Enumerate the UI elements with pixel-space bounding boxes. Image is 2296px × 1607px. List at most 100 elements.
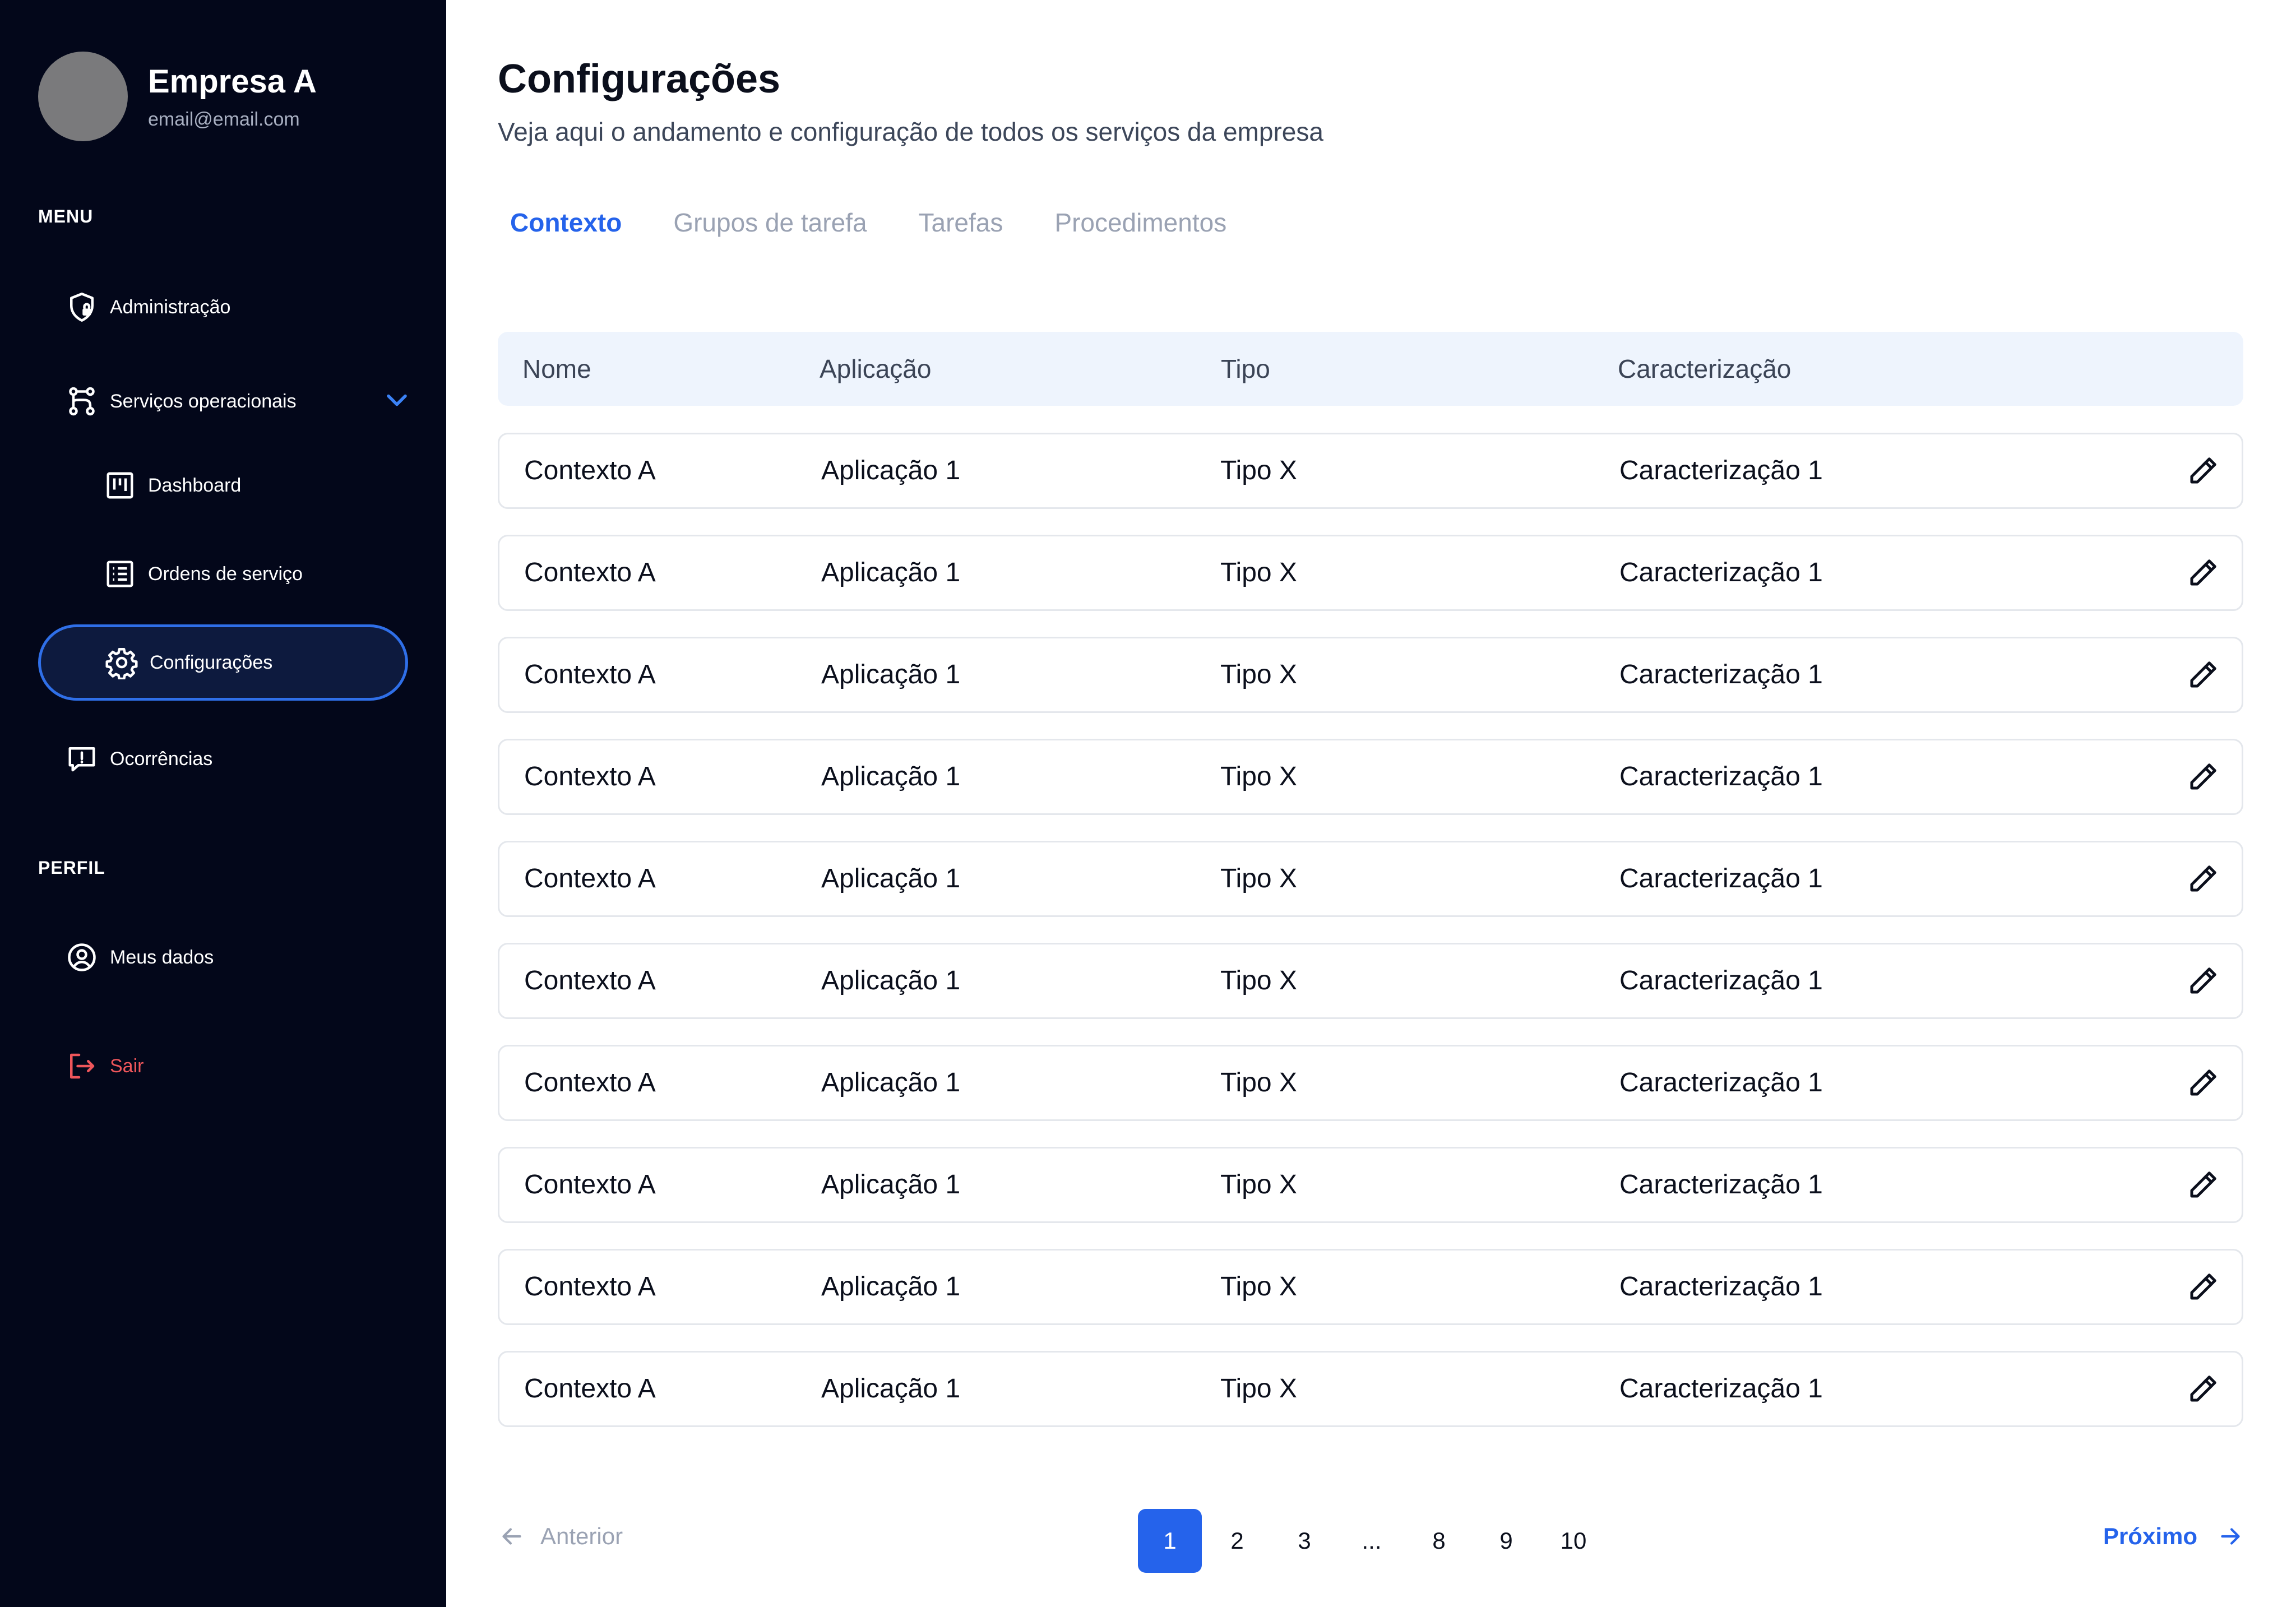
- cell-tipo: Tipo X: [1220, 456, 1297, 485]
- main-content: Configurações Veja aqui o andamento e co…: [446, 0, 2296, 1607]
- cell-caracterizacao: Caracterização 1: [1619, 558, 1823, 587]
- sidebar-item-administracao[interactable]: Administração: [64, 285, 230, 330]
- edit-button[interactable]: [2184, 452, 2221, 489]
- column-header-nome: Nome: [522, 354, 591, 383]
- edit-button[interactable]: [2184, 656, 2221, 693]
- cell-nome: Contexto A: [524, 456, 656, 485]
- edit-button[interactable]: [2184, 860, 2221, 897]
- cell-caracterizacao: Caracterização 1: [1619, 1374, 1823, 1404]
- tab-bar: Contexto Grupos de tarefa Tarefas Proced…: [510, 207, 1278, 238]
- sidebar-item-label: Ordens de serviço: [148, 563, 303, 585]
- pencil-icon: [2190, 1171, 2216, 1198]
- edit-button[interactable]: [2184, 1370, 2221, 1407]
- pencil-icon: [2190, 763, 2216, 790]
- pagination-pages: 1 2 3 ... 8 9 10: [1138, 1509, 1609, 1573]
- alert-message-icon: [64, 741, 100, 777]
- edit-button[interactable]: [2184, 554, 2221, 591]
- cell-aplicacao: Aplicação 1: [821, 1170, 961, 1200]
- table-row: Contexto A Aplicação 1 Tipo X Caracterizaçã…: [498, 637, 2243, 713]
- arrow-left-icon: [502, 1528, 521, 1545]
- pagination-previous-label: Anterior: [540, 1523, 623, 1549]
- company-name: Empresa A: [148, 63, 317, 100]
- avatar: [38, 52, 128, 141]
- cell-nome: Contexto A: [524, 1374, 656, 1404]
- edit-button[interactable]: [2184, 1166, 2221, 1203]
- cell-tipo: Tipo X: [1220, 1068, 1297, 1097]
- pagination-previous-button[interactable]: Anterior: [498, 1522, 623, 1550]
- sidebar-item-meus-dados[interactable]: Meus dados: [64, 935, 214, 980]
- edit-button[interactable]: [2184, 758, 2221, 795]
- app-window: Empresa A email@email.com MENU Administr…: [0, 0, 2296, 1607]
- page-subtitle: Veja aqui o andamento e configuração de …: [498, 117, 1323, 146]
- pencil-icon: [2190, 457, 2216, 484]
- tab-procedimentos[interactable]: Procedimentos: [1054, 207, 1226, 238]
- cell-caracterizacao: Caracterização 1: [1619, 1272, 1823, 1302]
- cell-caracterizacao: Caracterização 1: [1619, 1068, 1823, 1097]
- edit-button[interactable]: [2184, 1268, 2221, 1305]
- page-title: Configurações: [498, 57, 781, 101]
- page-button-8[interactable]: 8: [1407, 1509, 1471, 1573]
- cell-aplicacao: Aplicação 1: [821, 660, 961, 689]
- table-row: Contexto A Aplicação 1 Tipo X Caracterizaçã…: [498, 1045, 2243, 1121]
- chevron-down-icon[interactable]: [380, 383, 414, 417]
- shield-lock-icon: [64, 289, 100, 325]
- tab-tarefas[interactable]: Tarefas: [919, 207, 1003, 238]
- table-row: Contexto A Aplicação 1 Tipo X Caracterizaçã…: [498, 1249, 2243, 1325]
- column-header-tipo: Tipo: [1221, 354, 1270, 383]
- sidebar-item-configuracoes[interactable]: Configurações: [38, 624, 408, 701]
- user-circle-icon: [64, 939, 100, 975]
- sidebar-item-ordens-de-servico[interactable]: Ordens de serviço: [102, 552, 303, 596]
- page-button-10[interactable]: 10: [1542, 1509, 1605, 1573]
- cell-aplicacao: Aplicação 1: [821, 558, 961, 587]
- pencil-icon: [2190, 967, 2216, 994]
- page-button-3[interactable]: 3: [1272, 1509, 1336, 1573]
- arrow-right-icon: [2221, 1528, 2240, 1545]
- sidebar-item-label: Configurações: [150, 651, 273, 673]
- cell-nome: Contexto A: [524, 558, 656, 587]
- tab-grupos-de-tarefa[interactable]: Grupos de tarefa: [673, 207, 867, 238]
- table-row: Contexto A Aplicação 1 Tipo X Caracterizaçã…: [498, 841, 2243, 917]
- page-button-2[interactable]: 2: [1205, 1509, 1269, 1573]
- cell-aplicacao: Aplicação 1: [821, 762, 961, 791]
- column-header-caracterizacao: Caracterização: [1618, 354, 1792, 383]
- cell-nome: Contexto A: [524, 1170, 656, 1200]
- list-document-icon: [102, 556, 138, 592]
- cell-tipo: Tipo X: [1220, 864, 1297, 893]
- table-row: Contexto A Aplicação 1 Tipo X Caracterizaçã…: [498, 535, 2243, 611]
- pencil-icon: [2190, 559, 2216, 586]
- page-button-9[interactable]: 9: [1474, 1509, 1538, 1573]
- sidebar: Empresa A email@email.com MENU Administr…: [0, 0, 446, 1607]
- git-branch-icon: [64, 383, 100, 419]
- pencil-icon: [2190, 661, 2216, 688]
- pagination-next-button[interactable]: Próximo: [2103, 1522, 2244, 1550]
- edit-button[interactable]: [2184, 962, 2221, 999]
- cell-aplicacao: Aplicação 1: [821, 966, 961, 995]
- cell-nome: Contexto A: [524, 966, 656, 995]
- cell-caracterizacao: Caracterização 1: [1619, 864, 1823, 893]
- sidebar-item-ocorrencias[interactable]: Ocorrências: [64, 737, 212, 781]
- sidebar-item-label: Meus dados: [110, 946, 214, 968]
- sidebar-item-label: Dashboard: [148, 474, 242, 496]
- cell-nome: Contexto A: [524, 864, 656, 893]
- logout-icon: [64, 1048, 100, 1084]
- page-ellipsis: ...: [1362, 1527, 1382, 1554]
- cell-aplicacao: Aplicação 1: [821, 1272, 961, 1302]
- edit-button[interactable]: [2184, 1064, 2221, 1101]
- table-header: Nome Aplicação Tipo Caracterização: [498, 332, 2243, 406]
- sidebar-item-label: Sair: [110, 1055, 144, 1077]
- cell-aplicacao: Aplicação 1: [821, 1068, 961, 1097]
- table-row: Contexto A Aplicação 1 Tipo X Caracterizaçã…: [498, 943, 2243, 1019]
- table-row: Contexto A Aplicação 1 Tipo X Caracterizaçã…: [498, 433, 2243, 509]
- pencil-icon: [2190, 865, 2216, 892]
- tab-contexto[interactable]: Contexto: [510, 207, 622, 238]
- sidebar-item-label: Administração: [110, 296, 231, 318]
- pencil-icon: [2190, 1273, 2216, 1300]
- sidebar-item-sair[interactable]: Sair: [64, 1044, 144, 1089]
- cell-caracterizacao: Caracterização 1: [1619, 966, 1823, 995]
- page-button-1[interactable]: 1: [1138, 1509, 1202, 1573]
- sidebar-item-servicos-operacionais[interactable]: Serviços operacionais: [64, 379, 408, 424]
- menu-section-label: MENU: [38, 206, 94, 226]
- gear-icon: [104, 645, 140, 680]
- sidebar-item-label: Ocorrências: [110, 748, 213, 770]
- sidebar-item-dashboard[interactable]: Dashboard: [102, 463, 241, 508]
